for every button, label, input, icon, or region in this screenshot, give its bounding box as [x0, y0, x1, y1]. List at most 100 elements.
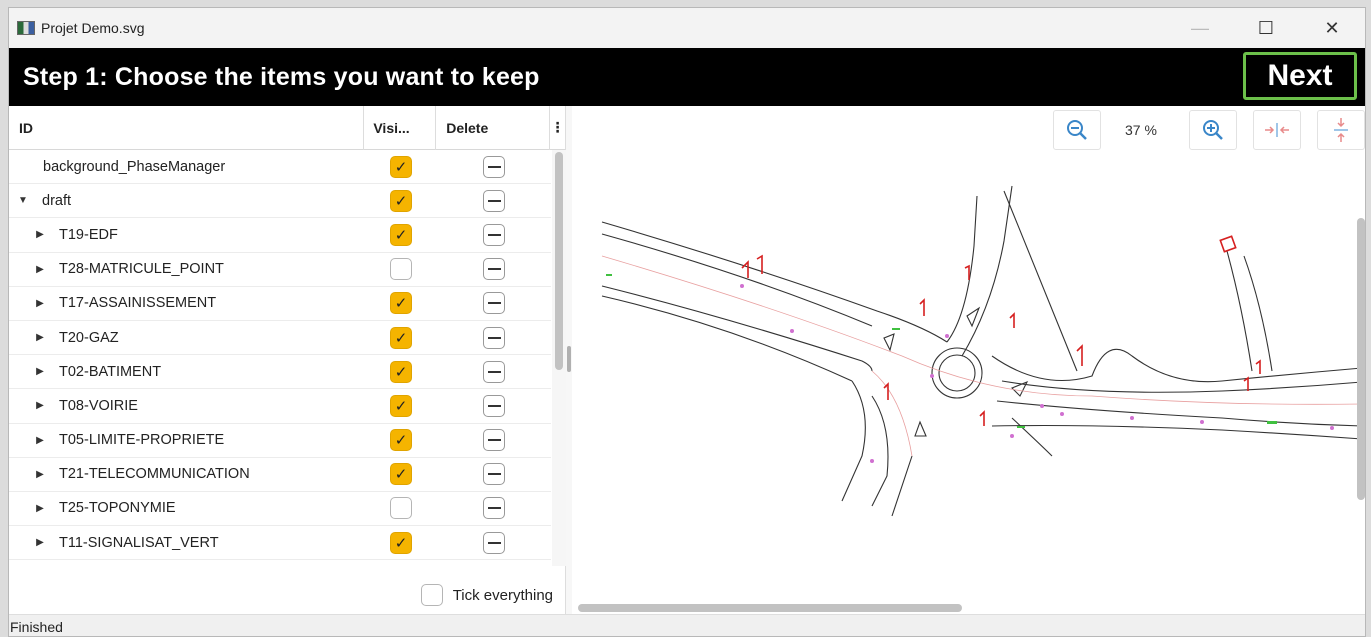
row-visible-cell: ✓: [365, 424, 437, 457]
scrollbar-thumb[interactable]: [555, 152, 563, 370]
close-button[interactable]: ✕: [1299, 8, 1365, 48]
minimize-button[interactable]: —: [1167, 8, 1233, 48]
splitter-grip[interactable]: [567, 346, 571, 372]
visible-checkbox[interactable]: [390, 258, 412, 281]
fit-width-button[interactable]: [1253, 110, 1301, 150]
map-drawing[interactable]: [572, 156, 1366, 614]
layer-label: T19-EDF: [59, 226, 118, 243]
delete-checkbox[interactable]: [483, 326, 505, 349]
indeterminate-icon: [487, 268, 501, 271]
layer-label: T08-VOIRIE: [59, 397, 138, 414]
visible-checkbox[interactable]: ✓: [390, 292, 412, 315]
visible-checkbox[interactable]: ✓: [390, 394, 412, 417]
visible-checkbox[interactable]: ✓: [390, 223, 412, 246]
expand-arrow-icon[interactable]: ▶: [35, 366, 45, 377]
delete-checkbox[interactable]: [483, 497, 505, 520]
row-id-cell: ▼ draft: [9, 184, 365, 217]
tick-everything-checkbox[interactable]: [420, 584, 443, 606]
step-title: Step 1: Choose the items you want to kee…: [23, 62, 540, 91]
maximize-button[interactable]: ☐: [1233, 8, 1299, 48]
indeterminate-icon: [487, 302, 501, 305]
delete-checkbox[interactable]: [483, 360, 505, 383]
tick-everything[interactable]: Tick everything: [420, 584, 553, 606]
fit-height-button[interactable]: [1317, 110, 1365, 150]
table-row[interactable]: ▶ T05-LIMITE-PROPRIETE ✓: [9, 424, 551, 458]
viewer-vertical-scrollbar[interactable]: [1355, 156, 1365, 602]
expand-arrow-icon[interactable]: ▶: [35, 537, 45, 548]
expand-arrow-icon[interactable]: ▶: [35, 400, 45, 411]
status-text: Finished: [10, 618, 63, 635]
collapse-arrow-icon[interactable]: ▼: [18, 195, 28, 206]
next-button[interactable]: Next: [1243, 52, 1357, 100]
delete-checkbox[interactable]: [483, 429, 505, 452]
window-title: Projet Demo.svg: [41, 20, 145, 36]
column-header-delete[interactable]: Delete: [436, 105, 551, 150]
table-row[interactable]: ▶ T21-TELECOMMUNICATION ✓: [9, 458, 551, 492]
layer-label: T05-LIMITE-PROPRIETE: [59, 432, 225, 449]
expand-arrow-icon[interactable]: ▶: [35, 435, 45, 446]
table-row[interactable]: ▶ T17-ASSAINISSEMENT ✓: [9, 287, 551, 321]
expand-arrow-icon[interactable]: ▶: [35, 298, 45, 309]
scrollbar-thumb[interactable]: [1357, 218, 1365, 500]
indeterminate-icon: [487, 233, 501, 236]
delete-checkbox[interactable]: [483, 189, 505, 212]
visible-checkbox[interactable]: ✓: [390, 189, 412, 212]
row-id-cell: ▶ T28-MATRICULE_POINT: [9, 253, 365, 286]
indeterminate-icon: [487, 199, 501, 202]
expand-arrow-icon[interactable]: ▶: [35, 229, 45, 240]
row-delete-cell: [437, 150, 551, 183]
table-row[interactable]: ▶ T08-VOIRIE ✓: [9, 389, 551, 424]
visible-checkbox[interactable]: ✓: [390, 429, 412, 452]
table-row[interactable]: ▼ draft ✓: [9, 184, 551, 219]
indeterminate-icon: [487, 439, 501, 442]
table-row[interactable]: ✓: [9, 560, 551, 566]
visible-checkbox[interactable]: [390, 497, 412, 520]
delete-checkbox[interactable]: [483, 531, 505, 554]
row-id-cell: background_PhaseManager: [9, 150, 365, 183]
visible-checkbox[interactable]: ✓: [390, 155, 412, 178]
row-delete-cell: [437, 355, 551, 388]
expand-arrow-icon[interactable]: ▶: [35, 332, 45, 343]
visible-checkbox[interactable]: ✓: [390, 360, 412, 383]
viewer-horizontal-scrollbar[interactable]: [572, 602, 1365, 614]
table-row[interactable]: ▶ T28-MATRICULE_POINT: [9, 253, 551, 287]
table-row[interactable]: background_PhaseManager ✓: [9, 150, 551, 185]
visible-checkbox[interactable]: ✓: [390, 463, 412, 486]
row-delete-cell: [437, 458, 551, 491]
table-row[interactable]: ▶ T19-EDF ✓: [9, 218, 551, 253]
delete-checkbox[interactable]: [483, 155, 505, 178]
table-row[interactable]: ▶ T11-SIGNALISAT_VERT ✓: [9, 526, 551, 561]
layer-table-scrollbar[interactable]: [552, 150, 566, 566]
delete-checkbox[interactable]: [483, 292, 505, 315]
delete-checkbox[interactable]: [483, 394, 505, 417]
expand-arrow-icon[interactable]: ▶: [35, 503, 45, 514]
svg-viewer: 37 %: [572, 106, 1366, 614]
layer-label: T11-SIGNALISAT_VERT: [59, 534, 219, 551]
scrollbar-thumb[interactable]: [578, 604, 962, 612]
visible-checkbox[interactable]: ✓: [390, 326, 412, 349]
visible-checkbox[interactable]: ✓: [390, 531, 412, 554]
row-visible-cell: ✓: [365, 458, 437, 491]
zoom-out-button[interactable]: [1053, 110, 1101, 150]
row-id-cell: ▶ T08-VOIRIE: [9, 389, 365, 422]
row-delete-cell: [437, 321, 551, 354]
table-row[interactable]: ▶ T25-TOPONYMIE: [9, 492, 551, 527]
expand-arrow-icon[interactable]: ▶: [35, 469, 45, 480]
delete-checkbox[interactable]: [483, 463, 505, 486]
delete-checkbox[interactable]: [483, 258, 505, 281]
expand-arrow-icon[interactable]: ▶: [35, 264, 45, 275]
column-header-visible[interactable]: Visi...: [364, 105, 437, 150]
checkmark-icon: ✓: [394, 192, 408, 210]
delete-checkbox[interactable]: [483, 223, 505, 246]
table-row[interactable]: ▶ T02-BATIMENT ✓: [9, 355, 551, 390]
row-delete-cell: [437, 424, 551, 457]
column-menu-icon[interactable]: ⋮: [550, 106, 565, 150]
zoom-in-icon: [1203, 120, 1223, 140]
layer-label: T25-TOPONYMIE: [59, 500, 176, 517]
checkmark-icon: ✓: [394, 397, 408, 415]
column-header-id[interactable]: ID: [9, 105, 365, 150]
row-visible-cell: ✓: [365, 355, 437, 388]
table-row[interactable]: ▶ T20-GAZ ✓: [9, 321, 551, 356]
zoom-in-button[interactable]: [1189, 110, 1237, 150]
layer-label: T02-BATIMENT: [59, 363, 162, 380]
